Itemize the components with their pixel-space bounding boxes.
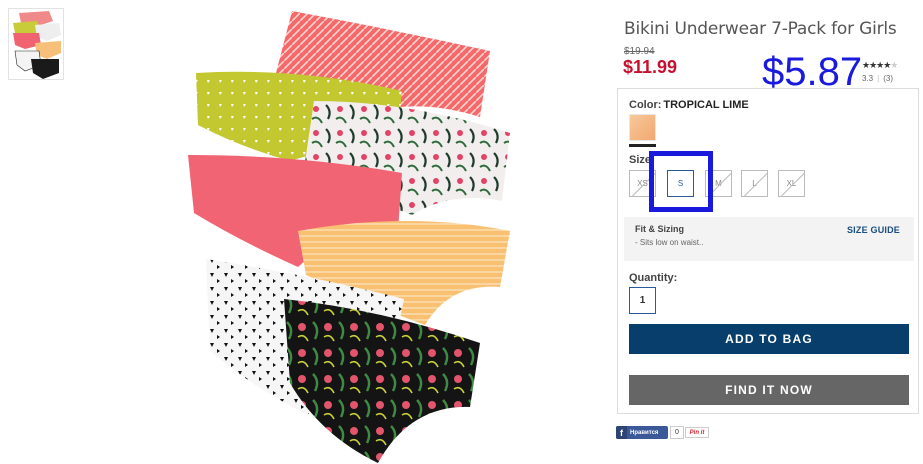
purchase-panel: Color: TROPICAL LIME Size XS S M L XL Fit… (617, 88, 919, 414)
fit-sizing-box: Fit & Sizing - Sits low on waist.. SIZE … (624, 217, 914, 261)
rating-value: 3.3 (862, 74, 874, 83)
size-option-l[interactable]: L (741, 170, 768, 197)
product-main-image (188, 11, 510, 463)
size-option-xl[interactable]: XL (778, 170, 805, 197)
rating-stars-empty: ★ (890, 60, 898, 70)
review-count[interactable]: (3) (883, 74, 893, 83)
original-price: $19.94 (624, 46, 655, 57)
size-highlight-box (649, 151, 713, 212)
add-to-bag-button[interactable]: ADD TO BAG (629, 324, 909, 354)
size-label: Size (629, 154, 652, 166)
rating-stars[interactable]: ★★★★★ (862, 60, 898, 71)
rating-meta: 3.3 | (3) (862, 74, 893, 83)
fit-title: Fit & Sizing (635, 224, 684, 234)
color-label: Color: TROPICAL LIME (629, 99, 749, 111)
pinterest-button[interactable]: Pin it (685, 427, 709, 438)
rating-stars-filled: ★★★★ (862, 60, 891, 70)
size-guide-link[interactable]: SIZE GUIDE (847, 225, 900, 235)
facebook-icon: f (616, 426, 627, 439)
quantity-input[interactable]: 1 (629, 287, 656, 314)
color-value: TROPICAL LIME (663, 99, 749, 111)
color-label-text: Color: (629, 99, 662, 111)
overlay-price: $5.87 (762, 50, 863, 94)
facebook-like-count: 0 (670, 426, 684, 439)
product-title: Bikini Underwear 7-Pack for Girls (624, 19, 897, 39)
swatch-selected-indicator (629, 144, 656, 147)
sale-price: $11.99 (623, 57, 678, 77)
quantity-label: Quantity: (629, 272, 678, 284)
facebook-like-button[interactable]: f Нравится (616, 426, 668, 439)
find-it-now-button[interactable]: FIND IT NOW (629, 375, 909, 405)
color-swatch[interactable] (629, 114, 656, 141)
facebook-like-label: Нравится (630, 429, 659, 436)
product-thumbnail[interactable] (8, 8, 64, 80)
fit-description: - Sits low on waist.. (635, 238, 704, 247)
